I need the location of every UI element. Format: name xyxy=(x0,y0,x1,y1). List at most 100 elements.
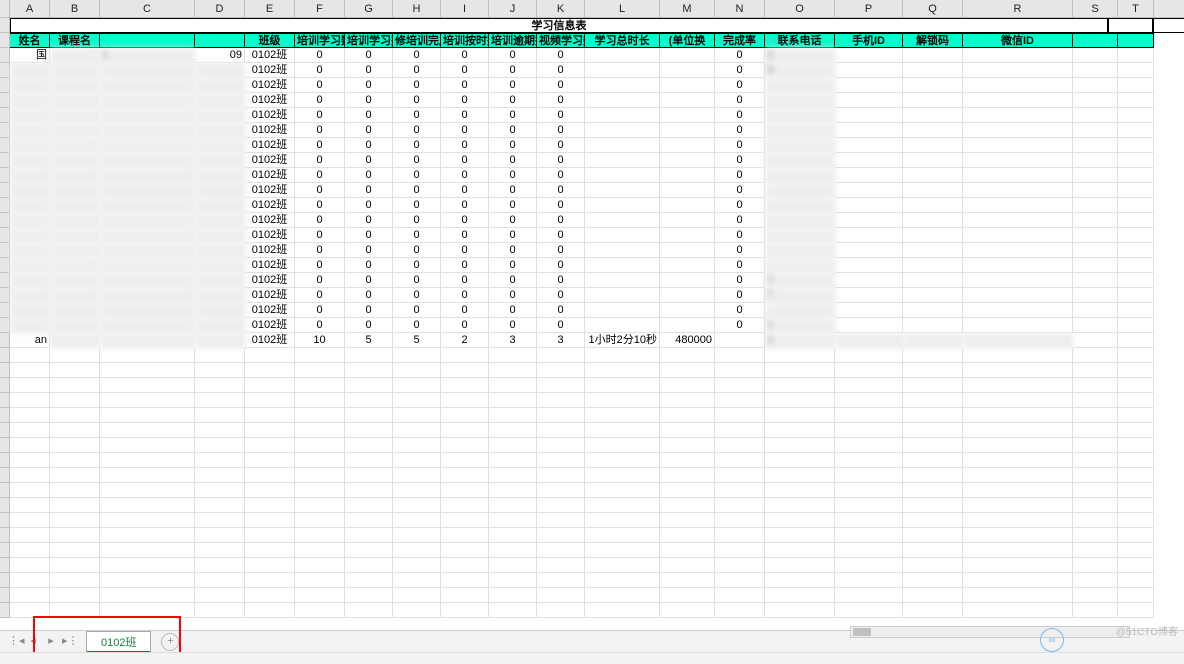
empty-cell[interactable] xyxy=(903,348,963,363)
cell-H[interactable]: 0 xyxy=(393,108,441,123)
empty-cell[interactable] xyxy=(489,423,537,438)
empty-cell[interactable] xyxy=(765,393,835,408)
cell-K[interactable]: 0 xyxy=(537,273,585,288)
empty-cell[interactable] xyxy=(195,423,245,438)
column-header-S[interactable]: S xyxy=(1073,0,1118,17)
empty-cell[interactable] xyxy=(903,498,963,513)
empty-cell[interactable] xyxy=(10,468,50,483)
column-headers[interactable]: ABCDEFGHIJKLMNOPQRST xyxy=(0,0,1184,18)
cell-J[interactable]: 0 xyxy=(489,213,537,228)
cell-unlock[interactable] xyxy=(903,108,963,123)
empty-cell[interactable] xyxy=(660,468,715,483)
empty-cell[interactable] xyxy=(489,468,537,483)
empty-cell[interactable] xyxy=(100,378,195,393)
cell-wechat[interactable] xyxy=(963,63,1073,78)
cell-J[interactable]: 0 xyxy=(489,288,537,303)
empty-cell[interactable] xyxy=(835,483,903,498)
cell-unit[interactable] xyxy=(660,213,715,228)
empty-cell[interactable] xyxy=(1073,588,1118,603)
empty-cell[interactable] xyxy=(489,513,537,528)
empty-cell[interactable] xyxy=(1118,408,1154,423)
empty-cell[interactable] xyxy=(393,468,441,483)
cell-duration[interactable] xyxy=(585,123,660,138)
empty-cell[interactable] xyxy=(1073,348,1118,363)
cell-name[interactable] xyxy=(10,273,50,288)
cell-unlock[interactable] xyxy=(903,78,963,93)
empty-cell[interactable] xyxy=(537,378,585,393)
empty-cell[interactable] xyxy=(1073,543,1118,558)
column-header-B[interactable]: B xyxy=(50,0,100,17)
empty-cell[interactable] xyxy=(903,378,963,393)
empty-cell[interactable] xyxy=(715,513,765,528)
empty-cell[interactable] xyxy=(245,543,295,558)
empty-cell[interactable] xyxy=(765,498,835,513)
empty-cell[interactable] xyxy=(489,543,537,558)
empty-cell[interactable] xyxy=(660,528,715,543)
empty-cell[interactable] xyxy=(100,498,195,513)
column-header-F[interactable]: F xyxy=(295,0,345,17)
cell-I[interactable]: 0 xyxy=(441,153,489,168)
empty-row[interactable] xyxy=(0,453,1184,468)
empty-cell[interactable] xyxy=(715,408,765,423)
empty-cell[interactable] xyxy=(245,603,295,618)
empty-cell[interactable] xyxy=(50,603,100,618)
cell-c[interactable]: 1 xyxy=(100,48,195,63)
cell-G[interactable]: 0 xyxy=(345,273,393,288)
cell-class[interactable]: 0102班 xyxy=(245,213,295,228)
empty-cell[interactable] xyxy=(100,558,195,573)
cell-J[interactable]: 0 xyxy=(489,198,537,213)
empty-cell[interactable] xyxy=(1118,378,1154,393)
empty-cell[interactable] xyxy=(393,498,441,513)
empty-cell[interactable] xyxy=(245,468,295,483)
empty-cell[interactable] xyxy=(100,543,195,558)
empty-cell[interactable] xyxy=(50,588,100,603)
cell-unlock[interactable] xyxy=(903,303,963,318)
empty-cell[interactable] xyxy=(10,438,50,453)
cell-t[interactable] xyxy=(1118,168,1154,183)
cell-wechat[interactable] xyxy=(963,153,1073,168)
cell-s[interactable] xyxy=(1073,78,1118,93)
cell-duration[interactable] xyxy=(585,48,660,63)
cell-c[interactable] xyxy=(100,273,195,288)
empty-cell[interactable] xyxy=(10,498,50,513)
column-header-K[interactable]: K xyxy=(537,0,585,17)
cell-course[interactable] xyxy=(50,153,100,168)
cell-K[interactable]: 0 xyxy=(537,78,585,93)
empty-cell[interactable] xyxy=(765,363,835,378)
cell-G[interactable]: 0 xyxy=(345,78,393,93)
cell-unit[interactable] xyxy=(660,303,715,318)
sheet-tab-active[interactable]: 0102班 xyxy=(86,631,151,652)
table-row[interactable]: 0102班0000000 xyxy=(0,213,1184,228)
cell-unlock[interactable] xyxy=(903,153,963,168)
cell-t[interactable] xyxy=(1118,93,1154,108)
empty-cell[interactable] xyxy=(345,498,393,513)
empty-cell[interactable] xyxy=(50,483,100,498)
empty-cell[interactable] xyxy=(660,603,715,618)
column-header-D[interactable]: D xyxy=(195,0,245,17)
empty-cell[interactable] xyxy=(295,498,345,513)
cell-s[interactable] xyxy=(1073,138,1118,153)
cell-wechat[interactable] xyxy=(963,213,1073,228)
cell-s[interactable] xyxy=(1073,333,1118,348)
cell-G[interactable]: 0 xyxy=(345,123,393,138)
empty-cell[interactable] xyxy=(1118,603,1154,618)
cell-phone[interactable] xyxy=(765,93,835,108)
empty-cell[interactable] xyxy=(10,363,50,378)
empty-cell[interactable] xyxy=(963,393,1073,408)
cell-s[interactable] xyxy=(1073,198,1118,213)
empty-cell[interactable] xyxy=(295,588,345,603)
empty-cell[interactable] xyxy=(393,363,441,378)
empty-cell[interactable] xyxy=(489,588,537,603)
empty-cell[interactable] xyxy=(245,528,295,543)
empty-cell[interactable] xyxy=(715,378,765,393)
cell-c[interactable] xyxy=(100,318,195,333)
empty-cell[interactable] xyxy=(50,528,100,543)
cell-name[interactable] xyxy=(10,153,50,168)
cell-rate[interactable]: 0 xyxy=(715,123,765,138)
empty-cell[interactable] xyxy=(1108,18,1153,33)
cell-d[interactable] xyxy=(195,78,245,93)
empty-cell[interactable] xyxy=(195,483,245,498)
cell-F[interactable]: 0 xyxy=(295,198,345,213)
empty-cell[interactable] xyxy=(903,513,963,528)
empty-cell[interactable] xyxy=(963,558,1073,573)
